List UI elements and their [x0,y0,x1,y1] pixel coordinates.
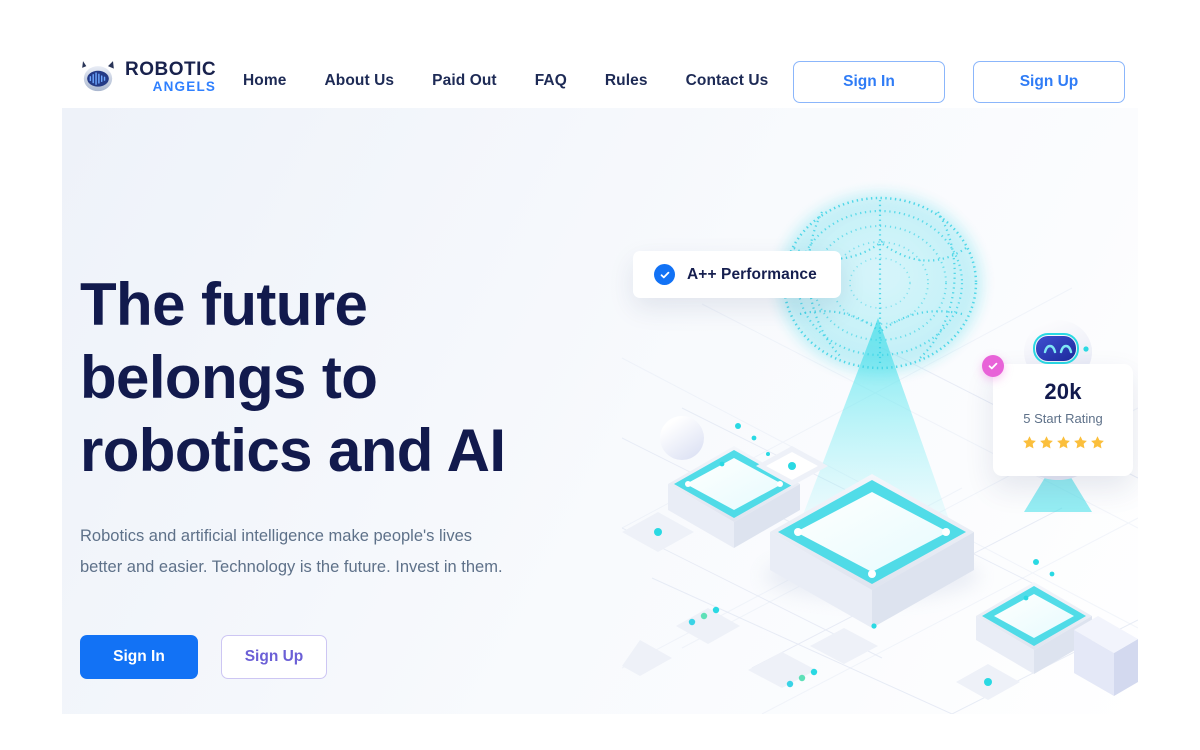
rating-label: 5 Start Rating [1023,411,1103,426]
hero-paragraph-line-1: Robotics and artificial intelligence mak… [80,527,473,545]
rating-card[interactable]: 20k 5 Start Rating [993,364,1133,476]
check-circle-icon [654,264,675,285]
hero-section: The future belongs to robotics and AI Ro… [62,108,1138,714]
nav-item-home[interactable]: Home [243,72,286,90]
decorative-sphere [660,416,704,460]
nav-item-contact-us[interactable]: Contact Us [686,72,769,90]
header-sign-up-button[interactable]: Sign Up [973,61,1125,103]
hero-paragraph-line-2: better and easier. Technology is the fut… [80,558,503,576]
nav-item-paid-out[interactable]: Paid Out [432,72,497,90]
page-root: ROBOTIC ANGELS Home About Us Paid Out FA… [0,0,1200,750]
brand-name-bottom: ANGELS [152,79,217,94]
hero-sign-up-button[interactable]: Sign Up [221,635,327,679]
star-icon [1056,435,1071,450]
header-sign-in-button[interactable]: Sign In [793,61,945,103]
hero-title-line-3: robotics and AI [80,417,506,484]
hero-cta-group: Sign In Sign Up [80,635,620,679]
main-navigation: Home About Us Paid Out FAQ Rules Contact… [243,72,768,90]
star-icon [1073,435,1088,450]
performance-badge[interactable]: A++ Performance [633,251,841,298]
nav-item-rules[interactable]: Rules [605,72,648,90]
performance-badge-label: A++ Performance [687,265,817,283]
brand-wordmark: ROBOTIC ANGELS [125,60,216,94]
rating-stars [993,435,1133,450]
star-icon [1022,435,1037,450]
hero-title: The future belongs to robotics and AI [80,268,620,487]
robot-head-icon [78,60,118,93]
decorative-cube [1074,616,1138,696]
star-icon [1039,435,1054,450]
site-header: ROBOTIC ANGELS Home About Us Paid Out FA… [0,0,1200,108]
hero-sign-in-button[interactable]: Sign In [80,635,198,679]
star-icon [1090,435,1105,450]
check-badge-icon [982,355,1004,377]
rating-value: 20k [1044,379,1082,404]
hero-title-line-1: The future [80,271,368,338]
nav-item-about-us[interactable]: About Us [324,72,394,90]
brand-name-top: ROBOTIC [125,59,217,80]
header-auth-actions: Sign In Sign Up [793,61,1125,103]
hero-title-line-2: belongs to [80,344,378,411]
nav-item-faq[interactable]: FAQ [535,72,567,90]
hero-paragraph: Robotics and artificial intelligence mak… [80,521,595,583]
hero-copy: The future belongs to robotics and AI Ro… [80,268,620,679]
brand-logo[interactable]: ROBOTIC ANGELS [78,60,216,94]
